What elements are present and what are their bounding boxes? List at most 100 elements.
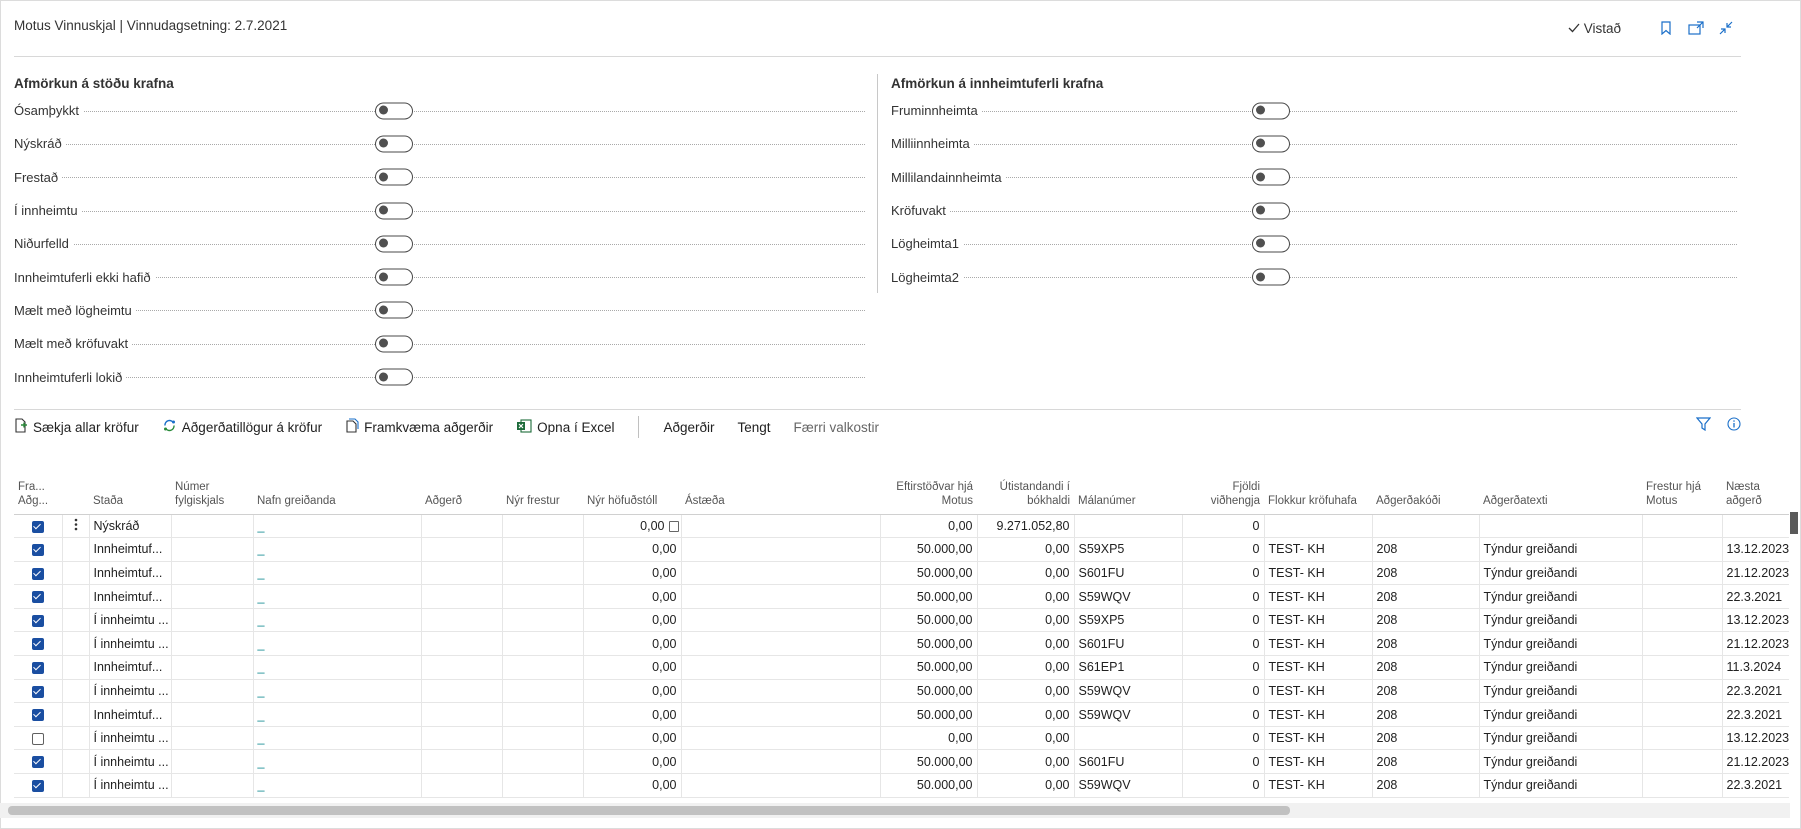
calculator-icon[interactable] xyxy=(668,520,679,532)
cell-nafn-value[interactable]: _ xyxy=(258,731,265,745)
table-row[interactable]: Í innheimtu ... _ 0,00 50.000,00 0,00 S601FU 0… xyxy=(14,749,1789,775)
cell-nafn[interactable]: _ xyxy=(252,584,421,609)
cell-adgerdatexti[interactable]: Týndur greiðandi xyxy=(1478,702,1642,727)
cell-malanumer[interactable]: S59WQV xyxy=(1073,679,1182,704)
toggle-switch[interactable] xyxy=(1252,268,1290,286)
toggle-switch[interactable] xyxy=(375,102,413,120)
cell-adgerdakodi[interactable]: 208 xyxy=(1371,631,1479,657)
col-header-eftirstodvar[interactable]: Eftirstöðvar hjá Motus xyxy=(880,463,977,515)
cell-adgerdakodi[interactable]: 208 xyxy=(1371,584,1479,609)
cell-frestur-motus[interactable] xyxy=(1641,514,1722,539)
col-header-nafn[interactable]: Nafn greiðanda xyxy=(253,463,421,515)
col-header-frestur-motus[interactable]: Frestur hjá Motus xyxy=(1642,463,1722,515)
cell-naesta[interactable]: 22.3.2021 xyxy=(1721,679,1789,704)
cell-eftirstodvar[interactable]: 50.000,00 xyxy=(879,749,977,775)
cell-fjoldi[interactable]: 0 xyxy=(1181,608,1264,633)
cell-naesta[interactable]: 22.3.2021 xyxy=(1721,773,1789,798)
cell-eftirstodvar[interactable]: 0,00 xyxy=(879,726,977,751)
cell-numer[interactable] xyxy=(170,679,253,704)
cell-stada[interactable]: Í innheimtu ... xyxy=(88,726,171,751)
cell-astaeda[interactable] xyxy=(680,679,880,704)
cell-adgerdatexti[interactable]: Týndur greiðandi xyxy=(1478,608,1642,633)
cell-adgerd[interactable] xyxy=(420,608,502,633)
col-header-adgerdakodi[interactable]: Aðgerðakóði xyxy=(1372,463,1479,515)
cell-stada[interactable]: Í innheimtu ... xyxy=(88,679,171,704)
cell-stada[interactable]: Í innheimtu ... xyxy=(88,631,171,657)
cell-malanumer[interactable]: S61EP1 xyxy=(1073,655,1182,680)
related-menu[interactable]: Tengt xyxy=(738,420,771,435)
toggle-switch[interactable] xyxy=(1252,202,1290,220)
row-menu-cell[interactable] xyxy=(61,561,89,586)
cell-eftirstodvar[interactable]: 50.000,00 xyxy=(879,679,977,704)
cell-frestur-motus[interactable] xyxy=(1641,726,1722,751)
cell-numer[interactable] xyxy=(170,655,253,680)
cell-hofudstoll[interactable]: 0,00 xyxy=(582,749,681,775)
cell-hofudstoll[interactable]: 0,00 xyxy=(582,679,681,704)
cell-hofudstoll[interactable]: 0,00 xyxy=(582,561,681,586)
cell-nafn-value[interactable]: _ xyxy=(258,778,265,792)
cell-utistandandi[interactable]: 0,00 xyxy=(976,561,1074,586)
row-checkbox[interactable] xyxy=(31,685,44,698)
cell-malanumer[interactable]: S59XP5 xyxy=(1073,608,1182,633)
cell-eftirstodvar[interactable]: 50.000,00 xyxy=(879,655,977,680)
table-row[interactable]: Innheimtuf... _ 0,00 50.000,00 0,00 S601FU 0 TE… xyxy=(14,561,1789,586)
cell-eftirstodvar[interactable]: 50.000,00 xyxy=(879,608,977,633)
cell-adgerdatexti[interactable]: Týndur greiðandi xyxy=(1478,631,1642,657)
cell-astaeda[interactable] xyxy=(680,702,880,727)
cell-nafn[interactable]: _ xyxy=(252,749,421,775)
row-checkbox-cell[interactable] xyxy=(14,537,62,562)
cell-adgerdakodi[interactable]: 208 xyxy=(1371,679,1479,704)
cell-nafn[interactable]: _ xyxy=(252,561,421,586)
row-menu-cell[interactable] xyxy=(61,726,89,751)
col-header-malanumer[interactable]: Málanúmer xyxy=(1074,463,1182,515)
cell-frestur[interactable] xyxy=(501,749,583,775)
row-checkbox-cell[interactable] xyxy=(14,726,62,751)
cell-malanumer[interactable]: S59WQV xyxy=(1073,584,1182,609)
row-checkbox[interactable] xyxy=(31,544,44,557)
cell-numer[interactable] xyxy=(170,749,253,775)
cell-frestur-motus[interactable] xyxy=(1641,537,1722,562)
row-checkbox[interactable] xyxy=(31,614,44,627)
cell-fjoldi[interactable]: 0 xyxy=(1181,726,1264,751)
cell-naesta[interactable]: 13.12.2023 xyxy=(1721,537,1789,562)
cell-eftirstodvar[interactable]: 50.000,00 xyxy=(879,561,977,586)
cell-eftirstodvar[interactable]: 50.000,00 xyxy=(879,584,977,609)
cell-frestur[interactable] xyxy=(501,773,583,798)
cell-nafn-value[interactable]: _ xyxy=(258,637,265,651)
cell-numer[interactable] xyxy=(170,702,253,727)
cell-stada[interactable]: Innheimtuf... xyxy=(88,702,171,727)
cell-adgerdatexti[interactable]: Týndur greiðandi xyxy=(1478,773,1642,798)
cell-malanumer[interactable]: S601FU xyxy=(1073,631,1182,657)
table-row[interactable]: Í innheimtu ... _ 0,00 50.000,00 0,00 S59WQV 0… xyxy=(14,773,1789,798)
col-header-frestur[interactable]: Nýr frestur xyxy=(502,463,583,515)
cell-eftirstodvar[interactable]: 50.000,00 xyxy=(879,631,977,657)
row-checkbox[interactable] xyxy=(31,756,44,769)
toggle-switch[interactable] xyxy=(375,368,413,386)
cell-adgerd[interactable] xyxy=(420,584,502,609)
cell-stada[interactable]: Í innheimtu ... xyxy=(88,608,171,633)
cell-stada[interactable]: Innheimtuf... xyxy=(88,584,171,609)
cell-flokkur[interactable]: TEST- KH xyxy=(1263,561,1372,586)
cell-nafn-value[interactable]: _ xyxy=(258,613,265,627)
toggle-switch[interactable] xyxy=(375,135,413,153)
row-checkbox-cell[interactable] xyxy=(14,655,62,680)
cell-nafn[interactable]: _ xyxy=(252,631,421,657)
row-checkbox-cell[interactable] xyxy=(14,514,62,539)
toggle-switch[interactable] xyxy=(1252,135,1290,153)
fewer-options-button[interactable]: Færri valkostir xyxy=(794,420,880,435)
vertical-scrollbar[interactable] xyxy=(1788,510,1800,803)
cell-utistandandi[interactable]: 0,00 xyxy=(976,537,1074,562)
cell-naesta[interactable]: 13.12.2023 xyxy=(1721,726,1789,751)
cell-astaeda[interactable] xyxy=(680,537,880,562)
cell-adgerdatexti[interactable]: Týndur greiðandi xyxy=(1478,655,1642,680)
cell-frestur-motus[interactable] xyxy=(1641,773,1722,798)
cell-frestur[interactable] xyxy=(501,561,583,586)
cell-utistandandi[interactable]: 0,00 xyxy=(976,631,1074,657)
cell-numer[interactable] xyxy=(170,773,253,798)
cell-hofudstoll[interactable]: 0,00 xyxy=(582,655,681,680)
cell-naesta[interactable]: 13.12.2023 xyxy=(1721,608,1789,633)
cell-stada[interactable]: Nýskráð xyxy=(88,514,171,539)
bookmark-icon[interactable] xyxy=(1651,18,1681,38)
row-menu-cell[interactable] xyxy=(61,773,89,798)
filter-icon[interactable] xyxy=(1695,417,1712,434)
